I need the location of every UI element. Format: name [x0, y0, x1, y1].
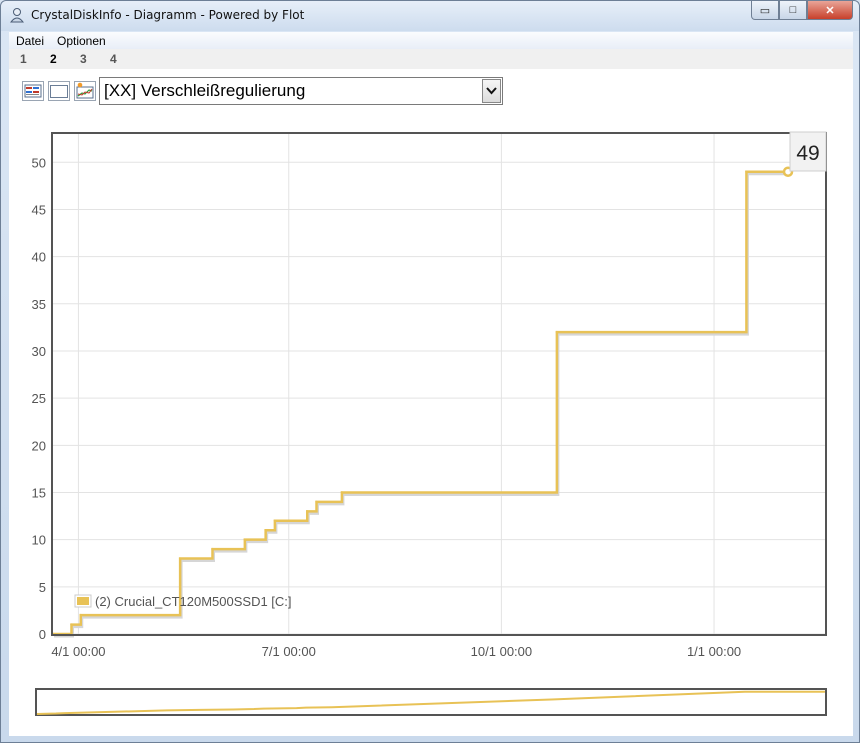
x-tick-label: 10/1 00:00 — [471, 644, 532, 659]
x-tick-label: 1/1 00:00 — [687, 644, 741, 659]
crystaldiskinfo-app-icon — [9, 8, 25, 23]
data-point — [745, 170, 748, 173]
tab-2[interactable]: 2 — [50, 52, 57, 66]
y-tick-label: 5 — [39, 580, 46, 595]
chart-page: [XX] Verschleißregulierung 0 5 10 15 20 25 30 3… — [9, 69, 853, 736]
minimize-icon: ▭ — [759, 4, 771, 17]
tab-1[interactable]: 1 — [20, 52, 27, 66]
y-tick-label: 25 — [32, 391, 46, 406]
x-tick-label: 4/1 00:00 — [51, 644, 105, 659]
menu-bar: Datei Optionen — [9, 32, 853, 49]
app-window: CrystalDiskInfo - Diagramm - Powered by … — [0, 0, 860, 743]
close-icon: ✕ — [825, 4, 835, 17]
data-point — [340, 491, 344, 494]
legend-label: (2) Crucial_CT120M500SSD1 [C:] — [95, 594, 292, 609]
data-point — [555, 330, 559, 334]
x-tick-label: 7/1 00:00 — [262, 644, 316, 659]
title-bar[interactable]: CrystalDiskInfo - Diagramm - Powered by … — [1, 1, 859, 31]
series-line — [53, 170, 789, 636]
overview-chart[interactable] — [35, 688, 827, 716]
menu-optionen[interactable]: Optionen — [57, 34, 106, 48]
axis-layer: 0 5 10 15 20 25 30 35 40 45 50 4/1 00:00 7/1 00:00 10… — [32, 155, 742, 659]
data-point — [243, 538, 247, 541]
data-point — [178, 557, 182, 560]
y-tick-label: 15 — [32, 485, 46, 500]
chart-svg: 0 5 10 15 20 25 30 35 40 45 50 4/1 00:00 7/1 00:00 10… — [32, 131, 827, 716]
y-tick-label: 35 — [32, 297, 46, 312]
y-tick-label: 50 — [32, 155, 46, 170]
tab-strip: 1 2 3 4 — [9, 49, 853, 69]
data-point — [79, 613, 82, 617]
data-point — [273, 519, 277, 522]
y-tick-label: 0 — [39, 627, 46, 642]
data-point — [211, 547, 214, 551]
close-button[interactable]: ✕ — [807, 1, 853, 20]
data-point — [70, 623, 73, 626]
data-point — [315, 500, 318, 504]
plot-frame — [51, 132, 827, 636]
y-tick-label: 40 — [32, 250, 46, 265]
legend-swatch — [77, 597, 89, 605]
y-tick-label: 45 — [32, 202, 46, 217]
grid-layer — [53, 134, 825, 635]
window-title: CrystalDiskInfo - Diagramm - Powered by … — [31, 8, 305, 22]
series-layer — [51, 166, 794, 638]
data-point — [264, 529, 267, 532]
minimize-button[interactable]: ▭ — [751, 1, 779, 20]
y-tick-label: 30 — [32, 344, 46, 359]
y-tick-label: 10 — [32, 533, 46, 548]
maximize-icon: □ — [789, 4, 797, 16]
series-line-shadow — [54, 172, 790, 638]
tab-3[interactable]: 3 — [80, 52, 87, 66]
menu-datei[interactable]: Datei — [16, 34, 44, 48]
last-value-label: 49 — [796, 142, 819, 165]
maximize-button[interactable]: □ — [779, 1, 807, 20]
data-point — [306, 510, 309, 513]
y-tick-label: 20 — [32, 438, 46, 453]
legend: (2) Crucial_CT120M500SSD1 [C:] — [74, 594, 292, 609]
tab-4[interactable]: 4 — [110, 52, 117, 66]
value-label-layer: 49 — [789, 131, 827, 172]
